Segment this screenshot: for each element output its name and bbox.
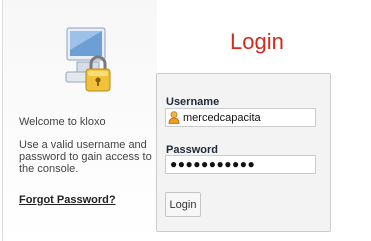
computer-lock-icon [65,24,121,94]
login-title: Login [230,29,284,54]
username-label: Username [166,96,220,108]
password-field[interactable]: ●●●●●●●●●●● [165,155,316,174]
username-field[interactable]: mercedcapacita [165,108,316,127]
username-value: mercedcapacita [183,112,261,124]
forgot-password-link[interactable]: Forgot Password? [19,194,116,206]
help-text: Use a valid username and password to gai… [19,139,152,175]
welcome-text: Welcome to kloxo [19,116,106,128]
login-form: Username mercedcapacita Password ●●●●●●●… [156,73,331,232]
user-icon [168,111,180,124]
password-value: ●●●●●●●●●●● [170,157,256,171]
login-button[interactable]: Login [165,192,201,217]
info-panel: Welcome to kloxo Use a valid username an… [2,0,157,241]
login-page: Welcome to kloxo Use a valid username an… [0,0,371,241]
